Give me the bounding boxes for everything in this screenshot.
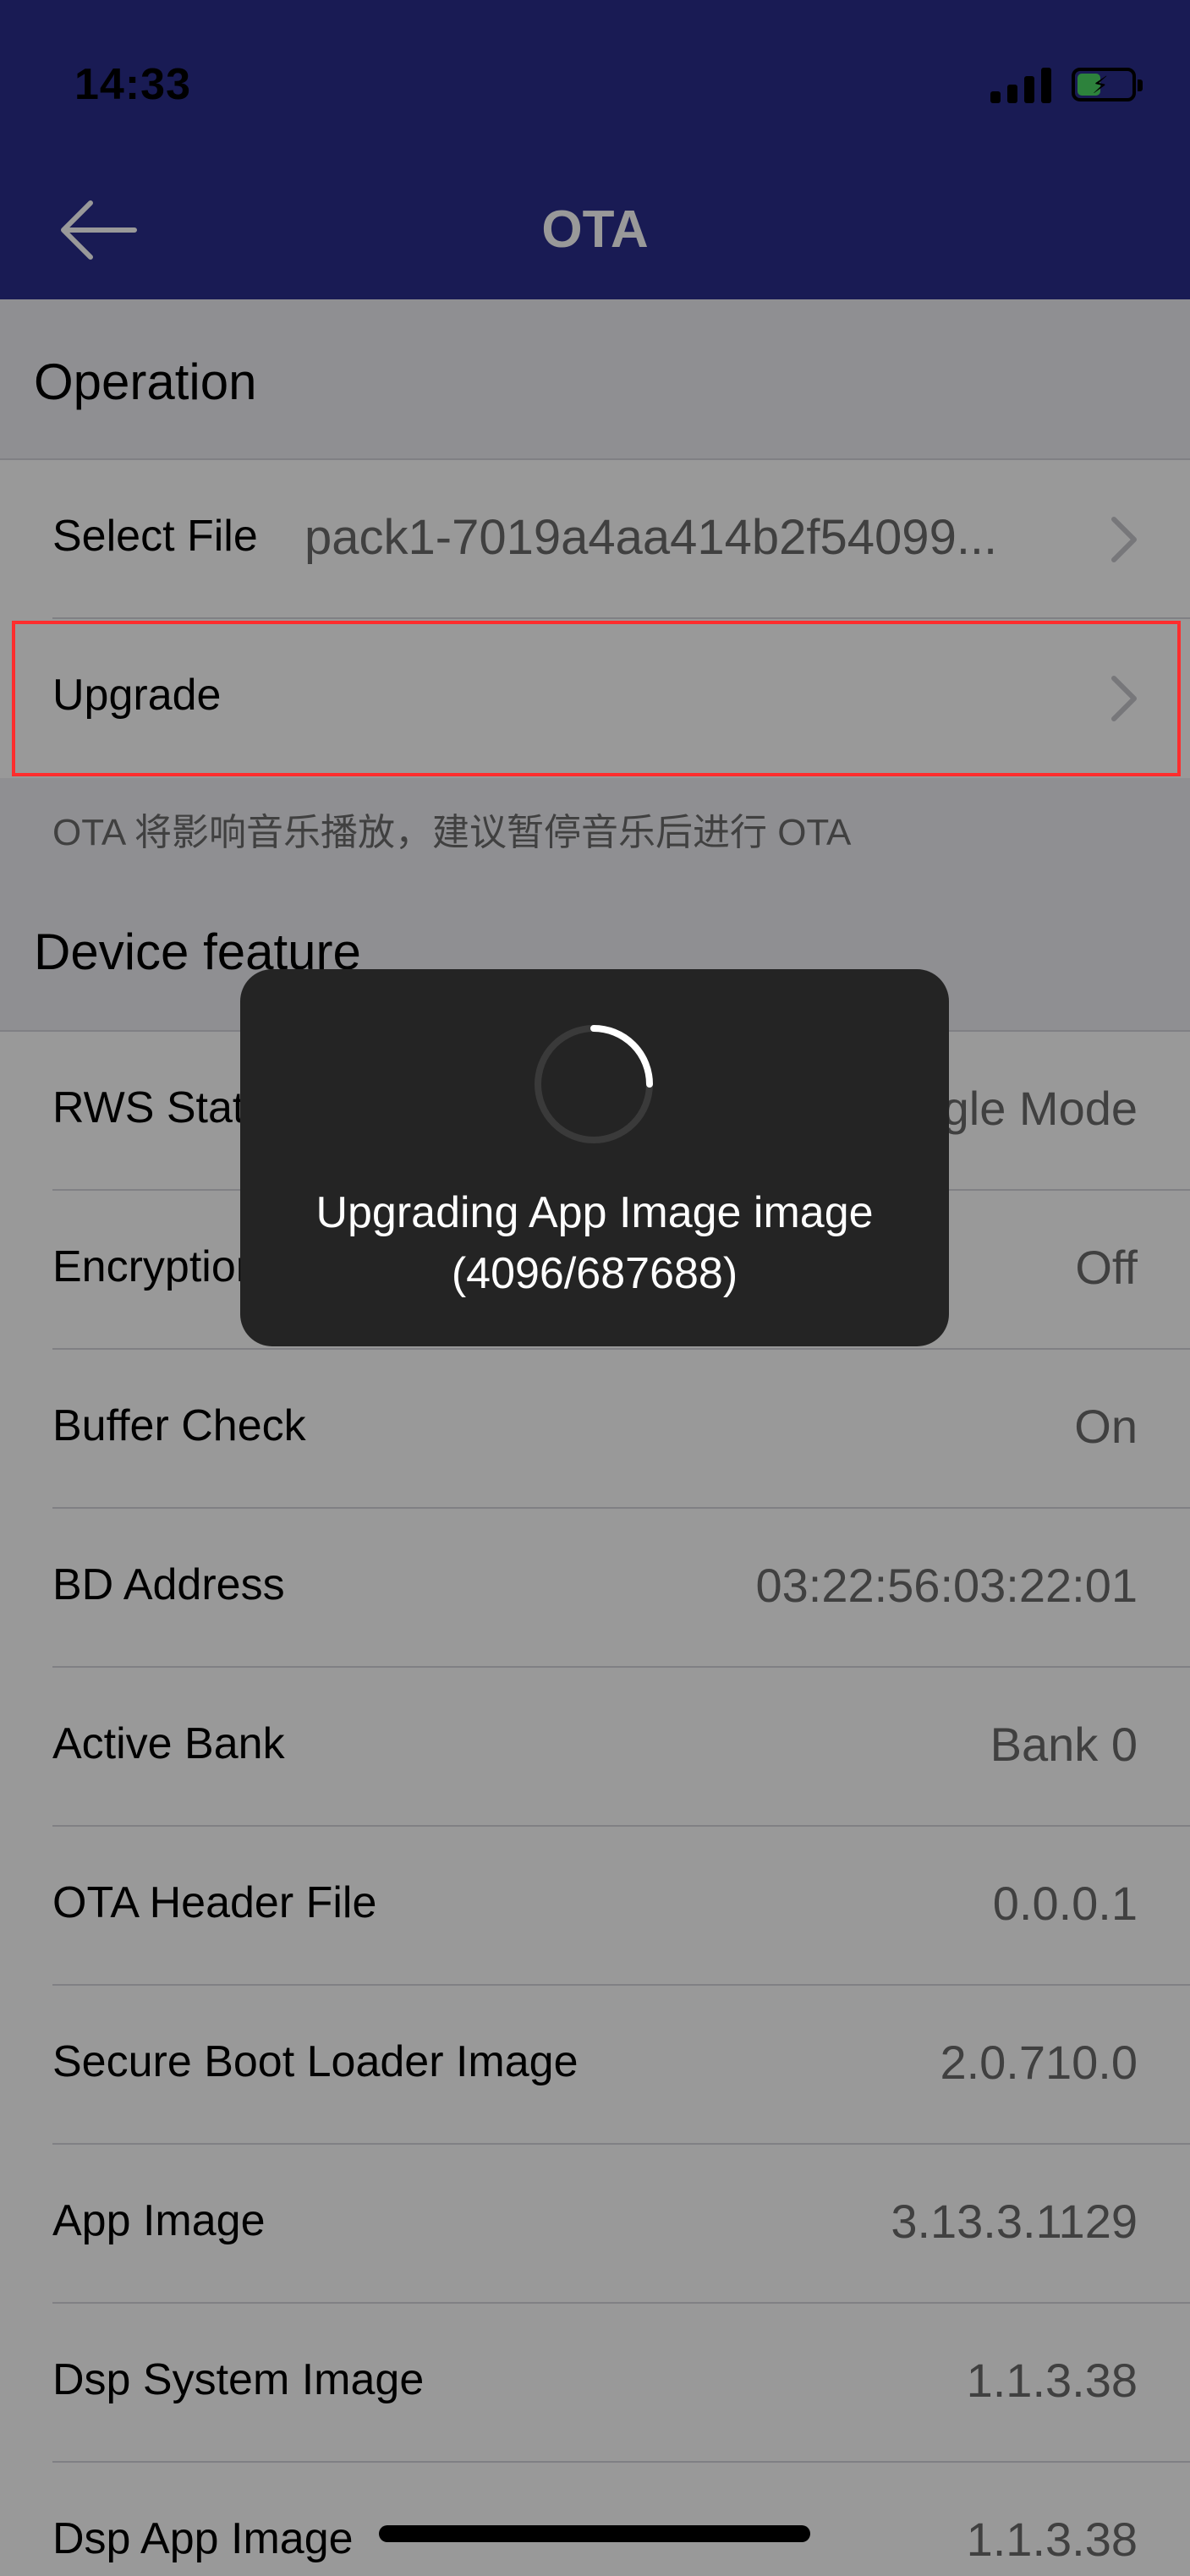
toast-progress-count: (4096/687688): [451, 1249, 738, 1298]
loading-spinner-icon: [535, 1025, 653, 1143]
ota-screen: 14:33 ⚡ OTA Operation Select File pack1-…: [0, 0, 1190, 2576]
home-indicator[interactable]: [379, 2525, 810, 2542]
toast-message: Upgrading App Image image: [315, 1188, 874, 1237]
upgrade-progress-toast: Upgrading App Image image (4096/687688): [240, 969, 949, 1346]
